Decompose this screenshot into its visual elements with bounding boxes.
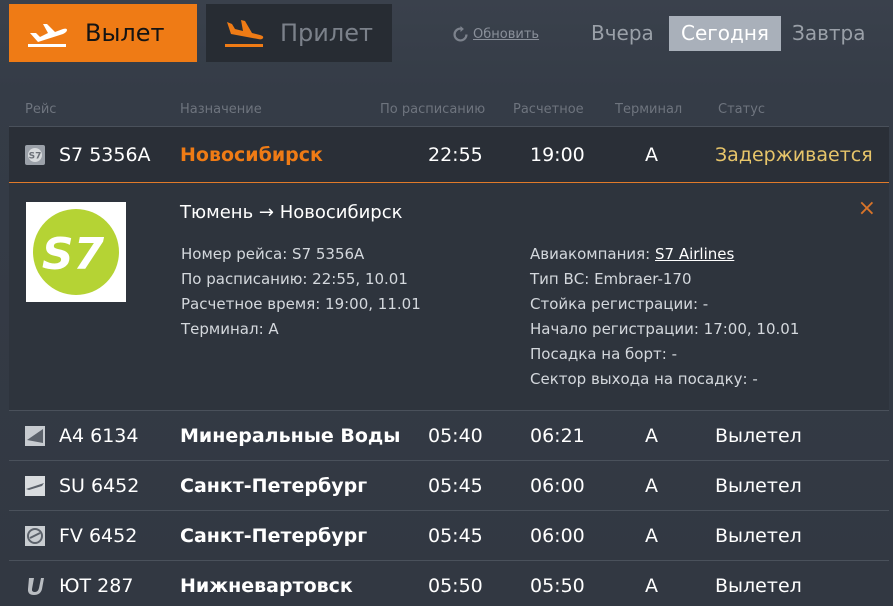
azimuth-logo-icon	[25, 425, 45, 446]
top-bar: Вылет Прилет Обновить Вчера Сегодня Завт…	[0, 0, 893, 70]
flight-estimated: 05:50	[530, 574, 585, 597]
flight-row[interactable]: FV 6452 Санкт-Петербург 05:45 06:00 A Вы…	[9, 511, 889, 561]
flight-terminal: A	[645, 474, 658, 497]
arrival-tab[interactable]: Прилет	[206, 4, 392, 62]
flight-scheduled: 05:45	[428, 474, 483, 497]
flight-number: ЮТ 287	[59, 574, 134, 597]
col-destination: Назначение	[180, 102, 262, 117]
refresh-label: Обновить	[473, 27, 540, 42]
col-scheduled: По расписанию	[380, 102, 486, 117]
flight-terminal: A	[645, 143, 658, 166]
flight-status: Задерживается	[715, 143, 873, 166]
flight-row-selected[interactable]: S7 S7 5356A Новосибирск 22:55 19:00 A За…	[9, 127, 889, 183]
flight-estimated: 06:00	[530, 474, 585, 497]
flight-row[interactable]: SU 6452 Санкт-Петербург 05:45 06:00 A Вы…	[9, 461, 889, 511]
departure-tab[interactable]: Вылет	[9, 4, 197, 62]
flight-scheduled: 05:40	[428, 424, 483, 447]
departure-plane-icon	[28, 24, 67, 47]
detail-checkin-desk: Стойка регистрации: -	[530, 295, 709, 313]
flight-scheduled: 22:55	[428, 143, 483, 166]
refresh-icon	[453, 26, 468, 42]
day-yesterday[interactable]: Вчера	[579, 16, 666, 51]
flight-row[interactable]: ЮТ 287 Нижневартовск 05:50 05:50 A Вылет…	[9, 561, 889, 606]
flight-detail-panel: S7 Тюмень → Новосибирск Номер рейса: S7 …	[9, 183, 889, 411]
detail-left-column: Номер рейса: S7 5356A По расписанию: 22:…	[181, 242, 421, 342]
col-estimated: Расчетное	[513, 102, 584, 117]
flight-status: Вылетел	[715, 524, 802, 547]
flight-destination: Санкт-Петербург	[180, 524, 368, 547]
flight-status: Вылетел	[715, 424, 802, 447]
arrival-tab-label: Прилет	[280, 19, 373, 47]
flight-destination: Нижневартовск	[180, 574, 353, 597]
detail-scheduled: По расписанию: 22:55, 10.01	[181, 270, 408, 288]
flight-status: Вылетел	[715, 574, 802, 597]
flight-estimated: 19:00	[530, 143, 585, 166]
flight-destination: Минеральные Воды	[180, 424, 401, 447]
detail-right-column: Авиакомпания: S7 Airlines Тип ВС: Embrae…	[530, 242, 799, 392]
detail-boarding: Посадка на борт: -	[530, 345, 677, 363]
refresh-link[interactable]: Обновить	[452, 26, 539, 43]
flight-destination: Новосибирск	[180, 143, 323, 166]
detail-flight-number: Номер рейса: S7 5356A	[181, 245, 365, 263]
detail-aircraft: Тип ВС: Embraer-170	[530, 270, 692, 288]
flight-number: SU 6452	[59, 474, 140, 497]
flight-scheduled: 05:45	[428, 524, 483, 547]
day-tomorrow[interactable]: Завтра	[780, 16, 877, 51]
flight-destination: Санкт-Петербург	[180, 474, 368, 497]
col-flight: Рейс	[25, 102, 57, 117]
col-status: Статус	[718, 102, 766, 117]
svg-text:S7: S7	[29, 151, 42, 161]
day-today[interactable]: Сегодня	[669, 16, 781, 51]
flight-terminal: A	[645, 424, 658, 447]
flight-number: S7 5356A	[59, 143, 151, 166]
flight-number: FV 6452	[59, 524, 138, 547]
airline-link[interactable]: S7 Airlines	[655, 245, 734, 263]
arrival-plane-icon	[225, 20, 264, 47]
flight-row[interactable]: A4 6134 Минеральные Воды 05:40 06:21 A В…	[9, 411, 889, 461]
flight-terminal: A	[645, 574, 658, 597]
aeroflot-logo-icon	[25, 475, 45, 496]
rossiya-logo-icon	[25, 525, 45, 546]
s7-logo-image: S7	[33, 209, 119, 295]
detail-estimated: Расчетное время: 19:00, 11.01	[181, 295, 421, 313]
s7-logo-icon: S7	[25, 144, 45, 165]
flight-estimated: 06:21	[530, 424, 585, 447]
flight-scheduled: 05:50	[428, 574, 483, 597]
route-title: Тюмень → Новосибирск	[180, 202, 403, 223]
detail-airline-label: Авиакомпания:	[530, 245, 655, 263]
airline-logo: S7	[26, 202, 126, 302]
detail-airline: Авиакомпания: S7 Airlines	[530, 242, 799, 267]
col-terminal: Терминал	[615, 102, 683, 117]
detail-checkin-start: Начало регистрации: 17:00, 10.01	[530, 320, 800, 338]
flight-number: A4 6134	[59, 424, 139, 447]
utair-logo-icon	[27, 577, 44, 595]
svg-text:S7: S7	[42, 229, 105, 280]
flight-terminal: A	[645, 524, 658, 547]
detail-terminal: Терминал: A	[181, 320, 279, 338]
departure-tab-label: Вылет	[85, 19, 165, 47]
flight-status: Вылетел	[715, 474, 802, 497]
close-icon[interactable]: ×	[858, 198, 876, 220]
flight-estimated: 06:00	[530, 524, 585, 547]
detail-gate: Сектор выхода на посадку: -	[530, 370, 758, 388]
